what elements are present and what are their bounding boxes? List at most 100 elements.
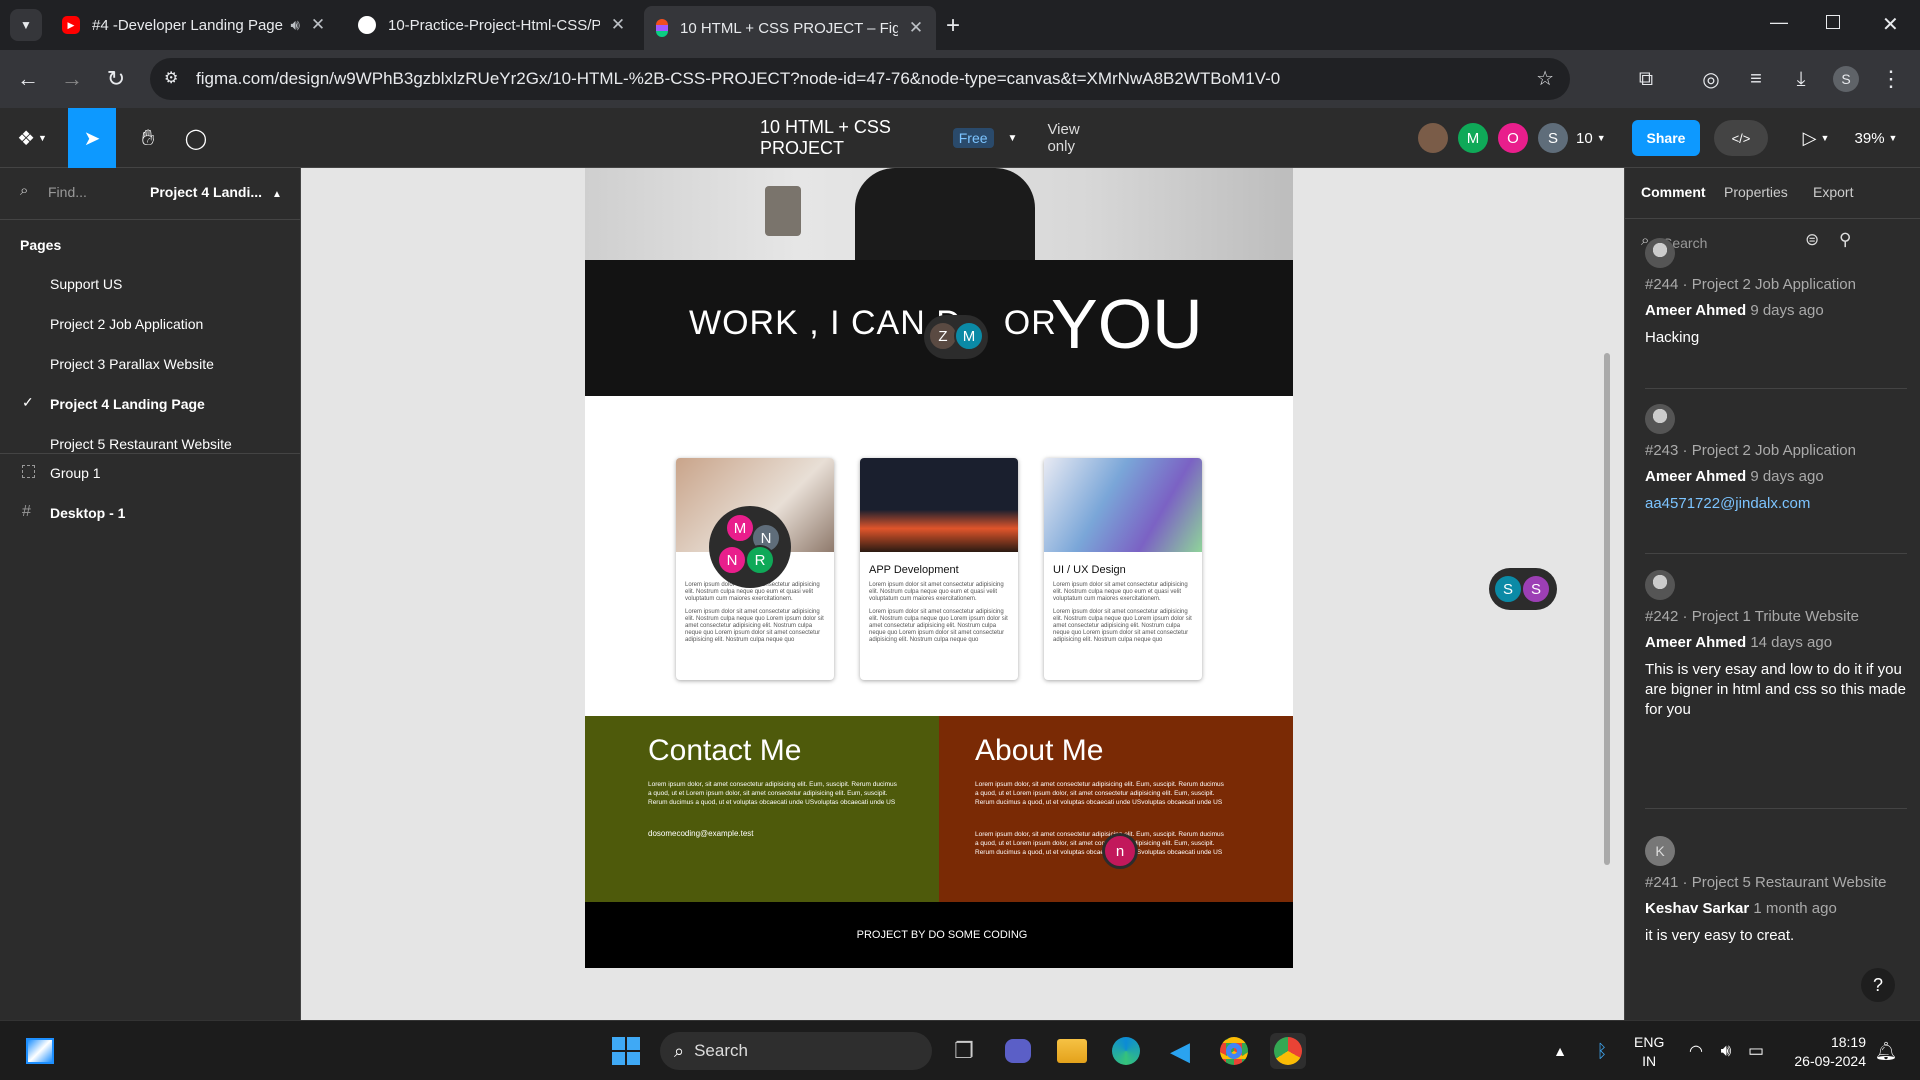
divider — [1645, 808, 1907, 809]
comment-author: Ameer Ahmed — [1645, 468, 1747, 485]
browser-tab-youtube[interactable]: ▶ #4 -Developer Landing Page 🔊︎ ✕ — [50, 8, 338, 42]
hand-tool-icon[interactable]: ✋︎ — [126, 108, 170, 168]
notification-bell-icon[interactable]: 🔔︎ — [1868, 1033, 1904, 1069]
start-windows-icon[interactable] — [608, 1033, 644, 1069]
close-window-button[interactable]: ✕ — [1882, 12, 1899, 37]
zoom-menu[interactable]: 39% ▼ — [1844, 108, 1908, 168]
extensions-icon[interactable]: ⧉ — [1630, 63, 1662, 95]
media-controls-icon[interactable]: ≡ — [1740, 63, 1772, 95]
move-tool-button[interactable]: ➤ — [68, 108, 116, 168]
contact-email[interactable]: dosomecoding@example.test — [648, 829, 754, 838]
page-project-3[interactable]: Project 3 Parallax Website — [50, 356, 214, 372]
comment-thread[interactable]: #243 · Project 2 Job Application Ameer A… — [1645, 404, 1907, 514]
forward-button[interactable]: → — [56, 63, 88, 95]
file-title[interactable]: 10 HTML + CSS PROJECT Free ▼ View only — [760, 108, 1100, 168]
back-button[interactable]: ← — [12, 63, 44, 95]
tab-title: 10 HTML + CSS PROJECT – Figma — [680, 19, 898, 37]
show-hidden-icons[interactable]: ▲ — [1542, 1033, 1578, 1069]
bookmark-star-icon[interactable]: ☆ — [1536, 66, 1554, 91]
find-input[interactable]: Find... — [48, 184, 87, 200]
site-info-icon[interactable]: ⚙︎ — [164, 68, 178, 88]
browser-tab-figma[interactable]: 10 HTML + CSS PROJECT – Figma ✕ — [644, 6, 936, 50]
comment-thread[interactable]: #242 · Project 1 Tribute Website Ameer A… — [1645, 570, 1907, 720]
taskbar-search-label: Search — [694, 1041, 748, 1060]
new-tab-button[interactable]: + — [946, 12, 960, 40]
close-tab-icon[interactable]: ✕ — [908, 18, 924, 38]
desktop-frame[interactable]: WORK , I CAN D OR YOU Lorem ipsum dolor s… — [585, 168, 1293, 968]
url-bar[interactable]: ⚙︎ figma.com/design/w9WPhB3gzblxlzRUeYr2… — [150, 58, 1570, 100]
avatar: S — [1538, 123, 1568, 153]
layer-desktop-1[interactable]: Desktop - 1 — [50, 505, 125, 521]
hero-text-start: WORK , I CAN D — [689, 304, 962, 342]
bluetooth-icon[interactable]: ᛒ — [1584, 1033, 1620, 1069]
extension-a-icon[interactable]: ◎ — [1695, 63, 1727, 95]
layer-group-1[interactable]: Group 1 — [50, 465, 101, 481]
browser-tab-github[interactable]: 10-Practice-Project-Html-CSS/P ✕ — [346, 8, 638, 42]
battery-icon[interactable]: ▭ — [1738, 1033, 1774, 1069]
github-icon — [358, 16, 376, 34]
left-panel: ⌕ Find... Project 4 Landi... ▲ Pages Supp… — [0, 168, 301, 1020]
page-project-5[interactable]: Project 5 Restaurant Website — [50, 436, 232, 452]
tab-comment[interactable]: Comment — [1641, 184, 1706, 200]
design-canvas[interactable]: WORK , I CAN D OR YOU Lorem ipsum dolor s… — [301, 168, 1624, 1020]
site-footer: PROJECT BY DO SOME CODING — [585, 902, 1293, 968]
comment-meta: Keshav Sarkar 1 month ago — [1645, 900, 1907, 917]
page-project-4[interactable]: Project 4 Landing Page — [50, 396, 205, 412]
card-image — [860, 458, 1018, 552]
page-project-2[interactable]: Project 2 Job Application — [50, 316, 203, 332]
chevron-down-icon[interactable]: ▼ — [1008, 133, 1018, 144]
page-support-us[interactable]: Support US — [50, 276, 122, 292]
chrome-icon[interactable] — [1216, 1033, 1252, 1069]
close-tab-icon[interactable]: ✕ — [610, 15, 626, 35]
collaborators[interactable]: M O S 10 ▼ — [1418, 108, 1618, 168]
service-card[interactable]: APP Development Lorem ipsum dolor sit am… — [860, 458, 1018, 680]
tab-search-button[interactable]: ▼ — [10, 9, 42, 41]
tab-properties[interactable]: Properties — [1724, 184, 1788, 200]
file-explorer-icon[interactable] — [1054, 1033, 1090, 1069]
help-button[interactable]: ? — [1861, 968, 1895, 1002]
share-button[interactable]: Share — [1632, 120, 1700, 156]
canvas-scrollbar[interactable] — [1604, 353, 1610, 865]
reload-button[interactable]: ↻ — [100, 63, 132, 95]
present-button[interactable]: ▷ ▼ — [1796, 108, 1836, 168]
restore-button[interactable] — [1826, 15, 1840, 29]
edge-icon[interactable] — [1108, 1033, 1144, 1069]
clock[interactable]: 18:19 26-09-2024 — [1784, 1033, 1866, 1071]
language-indicator[interactable]: ENG IN — [1634, 1033, 1664, 1071]
taskbar-search-box[interactable]: ⌕ Search — [660, 1032, 932, 1070]
comment-message: it is very easy to creat. — [1645, 927, 1795, 944]
task-view-icon[interactable]: ❐ — [946, 1033, 982, 1069]
browser-menu-icon[interactable]: ⋮ — [1875, 63, 1907, 95]
widgets-icon[interactable] — [22, 1033, 58, 1069]
divider — [0, 219, 300, 220]
downloads-icon[interactable]: ⤓ — [1785, 63, 1817, 95]
contact-section: Contact Me Lorem ipsum dolor, sit amet c… — [585, 716, 939, 902]
comment-message[interactable]: aa4571722@jindalx.com — [1645, 494, 1907, 514]
minimize-button[interactable]: — — [1770, 12, 1788, 33]
profile-avatar[interactable]: S — [1830, 63, 1862, 95]
hero-image — [585, 168, 1293, 260]
profile-initial: S — [1833, 66, 1859, 92]
vscode-icon[interactable]: ◀ — [1162, 1033, 1198, 1069]
close-tab-icon[interactable]: ✕ — [310, 15, 326, 35]
browser-address-bar: ← → ↻ ⚙︎ figma.com/design/w9WPhB3gzblxlz… — [0, 50, 1920, 108]
pages-heading: Pages — [20, 237, 62, 253]
avatar — [1645, 404, 1675, 434]
comment-thread[interactable]: #244 · Project 2 Job Application Ameer A… — [1645, 238, 1907, 348]
tab-title: 10-Practice-Project-Html-CSS/P — [388, 16, 600, 34]
tab-export[interactable]: Export — [1813, 184, 1853, 200]
comment-meta: Ameer Ahmed 9 days ago — [1645, 468, 1907, 485]
page-switcher[interactable]: Project 4 Landi... ▲ — [150, 184, 282, 200]
chrome-profile-icon[interactable] — [1270, 1033, 1306, 1069]
dev-mode-toggle[interactable]: </> — [1714, 120, 1768, 156]
figma-main-menu-button[interactable]: ❖ ▼ — [10, 108, 54, 168]
service-card[interactable]: UI / UX Design Lorem ipsum dolor sit ame… — [1044, 458, 1202, 680]
speaker-icon[interactable]: 🔊︎ — [291, 17, 300, 34]
meet-icon[interactable] — [1000, 1033, 1036, 1069]
comment-meta: Ameer Ahmed 14 days ago — [1645, 634, 1907, 651]
search-icon: ⌕ — [20, 182, 29, 199]
avatar: O — [1498, 123, 1528, 153]
browser-tab-strip: ▼ ▶ #4 -Developer Landing Page 🔊︎ ✕ 10-P… — [0, 0, 1920, 50]
comment-thread[interactable]: K #241 · Project 5 Restaurant Website Ke… — [1645, 836, 1907, 946]
comment-tool-icon[interactable]: ◯ — [174, 108, 218, 168]
